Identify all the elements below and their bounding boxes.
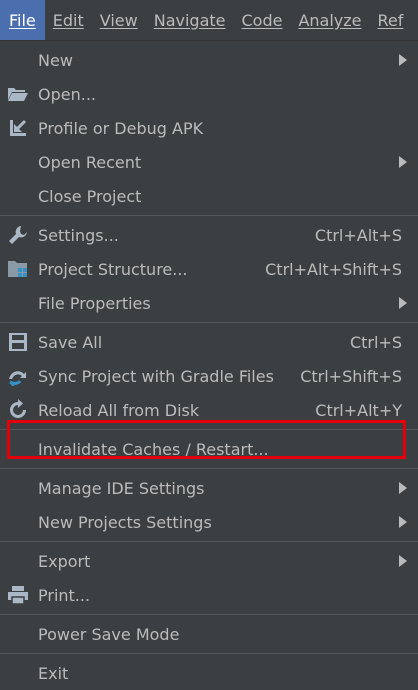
menu-code-label: Code — [241, 10, 283, 30]
menu-item-save-all-shortcut: Ctrl+S — [349, 332, 402, 352]
menu-bar: File Edit View Navigate Code Analyze Ref — [0, 0, 418, 41]
menu-item-project-structure[interactable]: Project Structure... Ctrl+Alt+Shift+S — [0, 252, 418, 286]
menu-item-invalidate-label: Invalidate Caches / Restart... — [38, 439, 269, 459]
menu-item-new-label: New — [38, 50, 73, 70]
menu-view[interactable]: View — [92, 0, 146, 40]
menu-refactor-label: Ref — [377, 10, 404, 30]
submenu-arrow-icon — [399, 482, 407, 494]
menu-item-new[interactable]: New — [0, 43, 418, 77]
menu-item-close-project-label: Close Project — [38, 186, 142, 206]
menu-item-profile-debug-apk[interactable]: Profile or Debug APK — [0, 111, 418, 145]
menu-item-new-projects-settings-label: New Projects Settings — [38, 512, 212, 532]
menu-item-reload-shortcut: Ctrl+Alt+Y — [315, 400, 402, 420]
menu-separator — [0, 468, 418, 469]
menu-item-manage-ide-settings[interactable]: Manage IDE Settings — [0, 471, 418, 505]
menu-item-open-recent[interactable]: Open Recent — [0, 145, 418, 179]
menu-item-save-all[interactable]: Save All Ctrl+S — [0, 325, 418, 359]
menu-item-profile-label: Profile or Debug APK — [38, 118, 204, 138]
menu-item-file-properties[interactable]: File Properties — [0, 286, 418, 320]
menu-analyze-label: Analyze — [298, 10, 362, 30]
menu-item-power-save-mode[interactable]: Power Save Mode — [0, 617, 418, 651]
menu-item-export-label: Export — [38, 551, 91, 571]
folder-open-icon — [6, 82, 30, 106]
menu-item-project-structure-shortcut: Ctrl+Alt+Shift+S — [265, 259, 402, 279]
gradle-sync-icon — [6, 364, 30, 388]
menu-item-new-projects-settings[interactable]: New Projects Settings — [0, 505, 418, 539]
menu-item-sync-gradle-shortcut: Ctrl+Shift+S — [300, 366, 402, 386]
file-menu-dropdown: New Open... Profile or Debug APK Open Re… — [0, 41, 418, 683]
wrench-icon — [6, 223, 30, 247]
menu-file[interactable]: File — [0, 0, 45, 40]
submenu-arrow-icon — [399, 156, 407, 168]
menu-edit[interactable]: Edit — [45, 0, 92, 40]
menu-code[interactable]: Code — [234, 0, 291, 40]
menu-refactor[interactable]: Ref — [370, 0, 412, 40]
menu-analyze[interactable]: Analyze — [290, 0, 369, 40]
menu-edit-label: Edit — [52, 10, 84, 30]
menu-item-project-structure-label: Project Structure... — [38, 259, 188, 279]
menu-separator — [0, 215, 418, 216]
submenu-arrow-icon — [399, 555, 407, 567]
menu-item-settings-label: Settings... — [38, 225, 119, 245]
menu-separator — [0, 429, 418, 430]
menu-item-file-properties-label: File Properties — [38, 293, 151, 313]
submenu-arrow-icon — [399, 54, 407, 66]
menu-item-exit-label: Exit — [38, 663, 69, 683]
menu-item-reload-label: Reload All from Disk — [38, 400, 200, 420]
menu-item-open-recent-label: Open Recent — [38, 152, 142, 172]
menu-separator — [0, 322, 418, 323]
menu-item-save-all-label: Save All — [38, 332, 103, 352]
menu-navigate[interactable]: Navigate — [146, 0, 234, 40]
printer-icon — [6, 583, 30, 607]
menu-item-sync-gradle[interactable]: Sync Project with Gradle Files Ctrl+Shif… — [0, 359, 418, 393]
menu-navigate-label: Navigate — [153, 10, 226, 30]
menu-item-exit[interactable]: Exit — [0, 656, 418, 690]
menu-separator — [0, 614, 418, 615]
project-structure-icon — [6, 257, 30, 281]
menu-separator — [0, 541, 418, 542]
menu-item-open[interactable]: Open... — [0, 77, 418, 111]
menu-separator — [0, 653, 418, 654]
menu-item-invalidate-caches[interactable]: Invalidate Caches / Restart... — [0, 432, 418, 466]
menu-item-settings-shortcut: Ctrl+Alt+S — [314, 225, 402, 245]
submenu-arrow-icon — [399, 516, 407, 528]
menu-item-print-label: Print... — [38, 585, 91, 605]
menu-item-manage-ide-label: Manage IDE Settings — [38, 478, 205, 498]
menu-item-settings[interactable]: Settings... Ctrl+Alt+S — [0, 218, 418, 252]
menu-view-label: View — [99, 10, 138, 30]
floppy-disk-icon — [6, 330, 30, 354]
arrow-down-left-icon — [6, 116, 30, 140]
menu-item-close-project[interactable]: Close Project — [0, 179, 418, 213]
submenu-arrow-icon — [399, 297, 407, 309]
menu-item-print[interactable]: Print... — [0, 578, 418, 612]
menu-file-label: File — [9, 10, 36, 30]
menu-item-power-save-label: Power Save Mode — [38, 624, 180, 644]
reload-icon — [6, 398, 30, 422]
menu-item-reload-from-disk[interactable]: Reload All from Disk Ctrl+Alt+Y — [0, 393, 418, 427]
menu-item-export[interactable]: Export — [0, 544, 418, 578]
menu-item-sync-gradle-label: Sync Project with Gradle Files — [38, 366, 274, 386]
menu-item-open-label: Open... — [38, 84, 96, 104]
